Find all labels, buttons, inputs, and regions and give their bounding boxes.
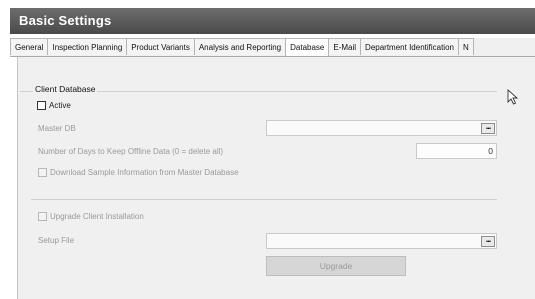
active-checkbox-box[interactable] <box>37 101 46 110</box>
tab-general[interactable]: General <box>10 38 49 55</box>
offline-days-input[interactable]: 0 <box>416 143 497 159</box>
download-sample-checkbox-box[interactable] <box>38 168 47 177</box>
tab-inspection-planning[interactable]: Inspection Planning <box>47 38 128 55</box>
download-sample-label: Download Sample Information from Master … <box>50 168 239 177</box>
upgrade-button[interactable]: Upgrade <box>266 256 406 276</box>
tab-analysis-and-reporting[interactable]: Analysis and Reporting <box>193 38 287 55</box>
tab-database[interactable]: Database <box>285 38 330 56</box>
setup-file-input[interactable] <box>266 233 497 249</box>
master-db-label: Master DB <box>38 124 76 133</box>
offline-days-label: Number of Days to Keep Offline Data (0 =… <box>38 147 224 156</box>
client-database-group-title: Client Database <box>33 84 98 94</box>
tab-overflow[interactable]: N <box>457 38 474 55</box>
download-sample-checkbox[interactable]: Download Sample Information from Master … <box>38 168 239 177</box>
mouse-cursor-icon <box>507 89 519 105</box>
window-titlebar: Basic Settings <box>10 8 535 34</box>
tab-department-identification[interactable]: Department Identification <box>360 38 459 55</box>
separator <box>31 199 497 200</box>
upgrade-client-label: Upgrade Client Installation <box>50 212 144 221</box>
tab-e-mail[interactable]: E-Mail <box>328 38 362 55</box>
master-db-browse-button[interactable]: ... <box>481 122 495 134</box>
tab-product-variants[interactable]: Product Variants <box>126 38 195 55</box>
active-label: Active <box>49 101 71 110</box>
setup-file-label: Setup File <box>38 236 75 245</box>
upgrade-client-checkbox[interactable]: Upgrade Client Installation <box>38 212 144 221</box>
tab-bar: General Inspection Planning Product Vari… <box>10 38 535 57</box>
master-db-input[interactable] <box>266 120 497 136</box>
upgrade-client-checkbox-box[interactable] <box>38 212 47 221</box>
window-title: Basic Settings <box>19 13 112 28</box>
setup-file-browse-button[interactable]: ... <box>481 235 495 247</box>
active-checkbox[interactable]: Active <box>37 101 71 110</box>
